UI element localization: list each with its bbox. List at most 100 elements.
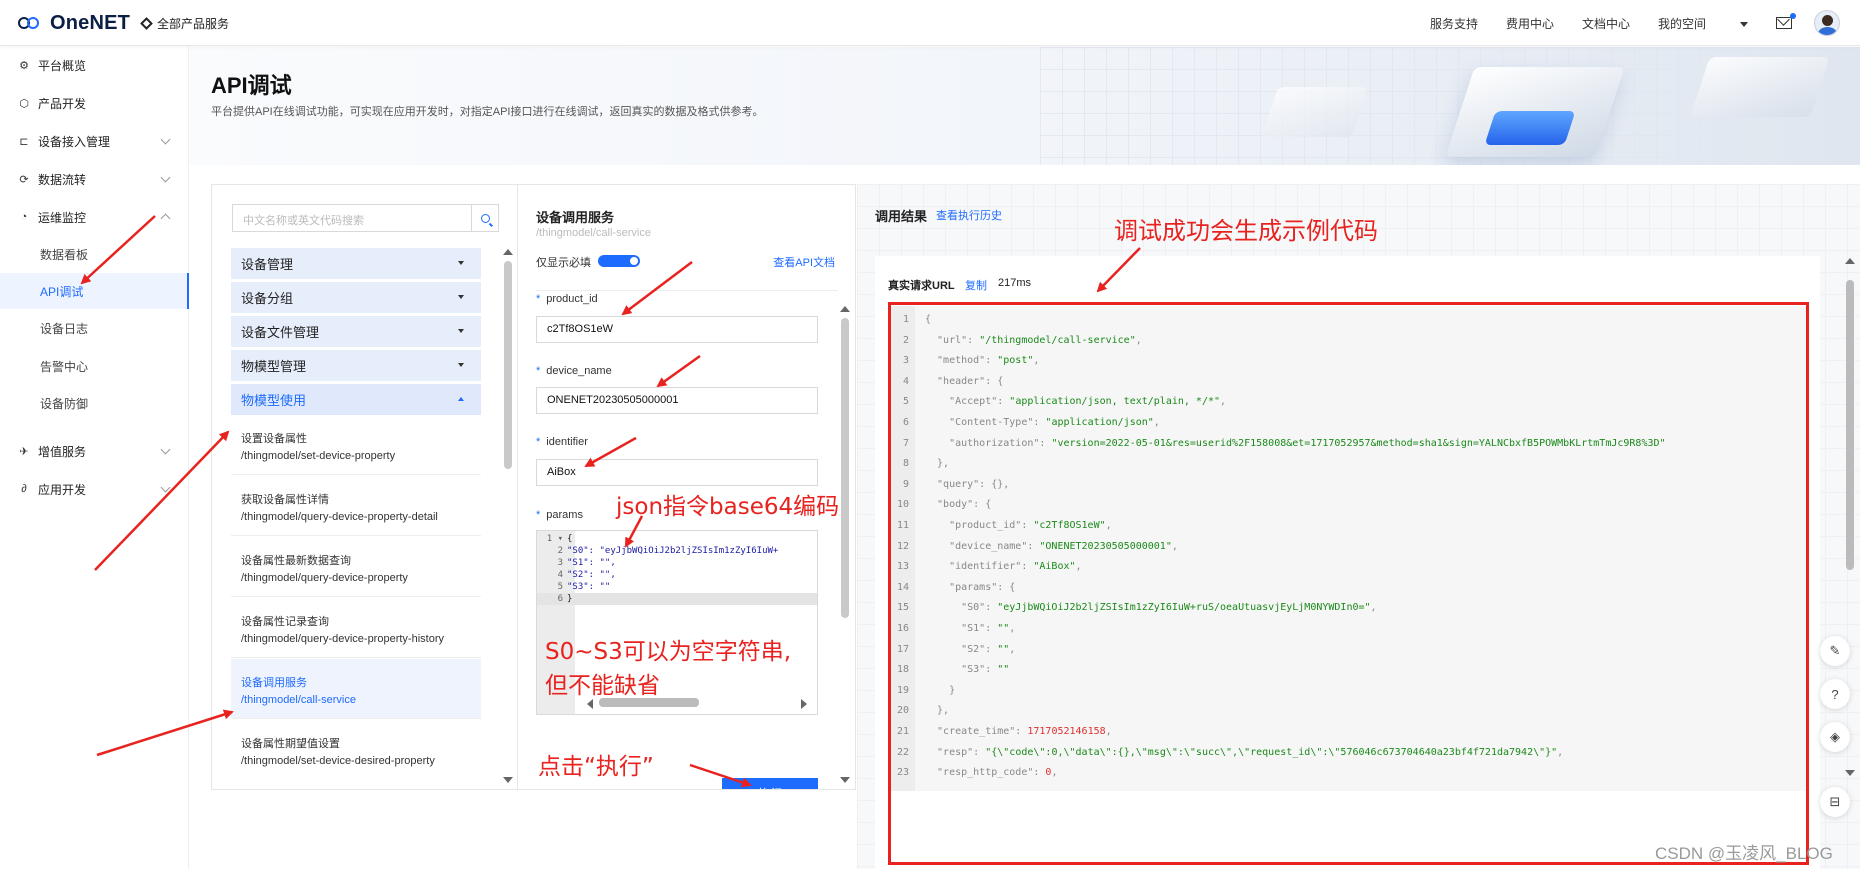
data-flow-icon: ⟳: [19, 173, 29, 186]
field-label-text: device_name: [546, 365, 612, 377]
api-item-name: 设备属性记录查询: [241, 616, 329, 628]
api-item-set-device-property[interactable]: 设置设备属性 /thingmodel/set-device-property: [231, 415, 481, 475]
code-text: "S0": "eyJjbWQiOiJ2b2ljZSIsIm1zZyI6IuW+: [567, 546, 779, 556]
chevron-up-icon: [160, 213, 171, 224]
sidebar-item-label: 平台概览: [38, 58, 87, 73]
monitor-icon: ◔: [20, 211, 28, 223]
group-thingmodel-management[interactable]: 物模型管理: [231, 350, 481, 381]
scroll-up-arrow[interactable]: [840, 306, 850, 312]
overview-icon: ⚙: [19, 59, 29, 72]
identifier-input[interactable]: AiBox: [536, 459, 818, 486]
api-item-path: /thingmodel/query-device-property: [241, 572, 408, 584]
code-line: 1 ▾{: [546, 534, 573, 544]
required-only-toggle[interactable]: [598, 255, 640, 267]
api-item-query-property[interactable]: 设备属性最新数据查询 /thingmodel/query-device-prop…: [231, 537, 481, 597]
nav-docs-center[interactable]: 文档中心: [1582, 15, 1630, 32]
code-line: 3 "S1": "",: [557, 558, 616, 568]
api-list-panel: 中文名称或英文代码搜索 设备管理 设备分组 设备文件管理 物模型管理 物模型使用…: [211, 184, 518, 790]
group-label: 物模型使用: [241, 393, 307, 408]
sidebar-item-overview[interactable]: ⚙ 平台概览: [0, 50, 189, 80]
api-doc-link[interactable]: 查看API文档: [773, 254, 835, 270]
field-label-text: product_id: [546, 293, 598, 305]
mail-icon[interactable]: [1776, 13, 1796, 29]
result-scrollbar[interactable]: [1846, 280, 1854, 570]
sidebar-item-data-flow[interactable]: ⟳ 数据流转: [0, 164, 189, 194]
device-name-input[interactable]: ONENET20230505000001: [536, 387, 818, 414]
product-icon: ⬡: [19, 97, 29, 110]
onenet-logo[interactable]: OneNET: [18, 11, 130, 35]
sidebar-item-ops-monitor[interactable]: ◔ 运维监控: [0, 202, 189, 232]
nav-billing-center[interactable]: 费用中心: [1506, 15, 1554, 32]
annotation-click-execute: 点击“执行”: [538, 754, 654, 780]
sidebar-item-app-dev[interactable]: ∂ 应用开发: [0, 474, 189, 504]
group-thingmodel-usage[interactable]: 物模型使用: [231, 384, 481, 415]
scroll-left-arrow[interactable]: [587, 699, 593, 709]
execution-history-link[interactable]: 查看执行历史: [936, 207, 1002, 223]
api-search-input[interactable]: 中文名称或英文代码搜索: [232, 204, 472, 232]
scroll-right-arrow[interactable]: [801, 699, 807, 709]
sidebar-sub-api-debug[interactable]: API调试: [0, 273, 189, 309]
chevron-down-icon: [160, 482, 171, 493]
product-id-input[interactable]: c2Tf8OS1eW: [536, 316, 818, 343]
scroll-up-arrow[interactable]: [503, 249, 513, 255]
copy-button[interactable]: 复制: [965, 277, 987, 293]
api-item-name: 设备调用服务: [241, 677, 307, 689]
sidebar: ⚙ 平台概览 ⬡ 产品开发 ⊏ 设备接入管理 ⟳ 数据流转 ◔ 运维监控 数据看板 API…: [0, 46, 189, 869]
scroll-down-arrow[interactable]: [503, 777, 513, 783]
code-text: "S1": "",: [567, 558, 616, 568]
scroll-up-arrow[interactable]: [1845, 258, 1855, 264]
params-scrollbar[interactable]: [841, 318, 849, 618]
help-icon[interactable]: ?: [1820, 679, 1850, 709]
identifier-label: * identifier: [536, 436, 588, 448]
required-star: *: [536, 365, 541, 377]
sidebar-sub-device-defense[interactable]: 设备防御: [0, 385, 189, 421]
annotation-empty-1: S0~S3可以为空字符串,: [545, 639, 792, 665]
caret-down-icon: [458, 261, 464, 265]
api-item-call-service[interactable]: 设备调用服务 /thingmodel/call-service: [231, 659, 481, 719]
annotation-empty-2: 但不能缺省: [545, 673, 660, 699]
feedback-icon[interactable]: ◈: [1820, 722, 1850, 752]
service-path: /thingmodel/call-service: [536, 227, 651, 239]
search-button[interactable]: [471, 204, 499, 232]
sidebar-sub-data-board[interactable]: 数据看板: [0, 236, 189, 272]
api-item-path: /thingmodel/query-device-property-histor…: [241, 633, 444, 645]
caret-up-icon: [458, 397, 464, 401]
list-scrollbar[interactable]: [504, 261, 512, 469]
divider: [536, 290, 838, 291]
params-label: * params: [536, 509, 583, 521]
api-item-path: /thingmodel/call-service: [241, 694, 356, 706]
app-dev-icon: ∂: [21, 483, 27, 495]
nav-service-support[interactable]: 服务支持: [1430, 15, 1478, 32]
logo-mark-icon: [18, 14, 48, 32]
sidebar-item-device-access[interactable]: ⊏ 设备接入管理: [0, 126, 189, 156]
code-text: "S2": "",: [567, 570, 616, 580]
code-line: 2 "S0": "eyJjbWQiOiJ2b2ljZSIsIm1zZyI6IuW+: [557, 546, 779, 556]
collapse-icon[interactable]: ⊟: [1820, 787, 1850, 817]
sidebar-item-product-dev[interactable]: ⬡ 产品开发: [0, 88, 189, 118]
api-item-path: /thingmodel/query-device-property-detail: [241, 511, 438, 523]
nav-my-space[interactable]: 我的空间: [1658, 15, 1748, 32]
api-item-query-property-history[interactable]: 设备属性记录查询 /thingmodel/query-device-proper…: [231, 598, 481, 658]
response-time: 217ms: [998, 277, 1032, 289]
all-products-label: 全部产品服务: [157, 17, 230, 31]
execute-button[interactable]: 执行: [722, 778, 818, 789]
product-id-label: * product_id: [536, 293, 598, 305]
group-device-group[interactable]: 设备分组: [231, 282, 481, 313]
nav-my-space-label: 我的空间: [1657, 16, 1706, 31]
sidebar-sub-device-log[interactable]: 设备日志: [0, 310, 189, 346]
group-device-file[interactable]: 设备文件管理: [231, 316, 481, 347]
api-item-query-property-detail[interactable]: 获取设备属性详情 /thingmodel/query-device-proper…: [231, 476, 481, 536]
api-item-name: 设置设备属性: [241, 433, 307, 445]
caret-down-icon: [458, 295, 464, 299]
sidebar-item-label: 设备接入管理: [38, 134, 111, 149]
scroll-down-arrow[interactable]: [840, 777, 850, 783]
edit-icon[interactable]: ✎: [1820, 636, 1850, 666]
avatar[interactable]: [1814, 10, 1840, 36]
group-device-management[interactable]: 设备管理: [231, 248, 481, 279]
sidebar-sub-alert-center[interactable]: 告警中心: [0, 348, 189, 384]
api-item-set-desired-property[interactable]: 设备属性期望值设置 /thingmodel/set-device-desired…: [231, 720, 481, 780]
all-products-menu[interactable]: 全部产品服务: [140, 15, 230, 32]
sidebar-item-value-added[interactable]: ✈ 增值服务: [0, 436, 189, 466]
api-item-name: 设备属性最新数据查询: [241, 555, 351, 567]
scroll-down-arrow[interactable]: [1845, 770, 1855, 776]
